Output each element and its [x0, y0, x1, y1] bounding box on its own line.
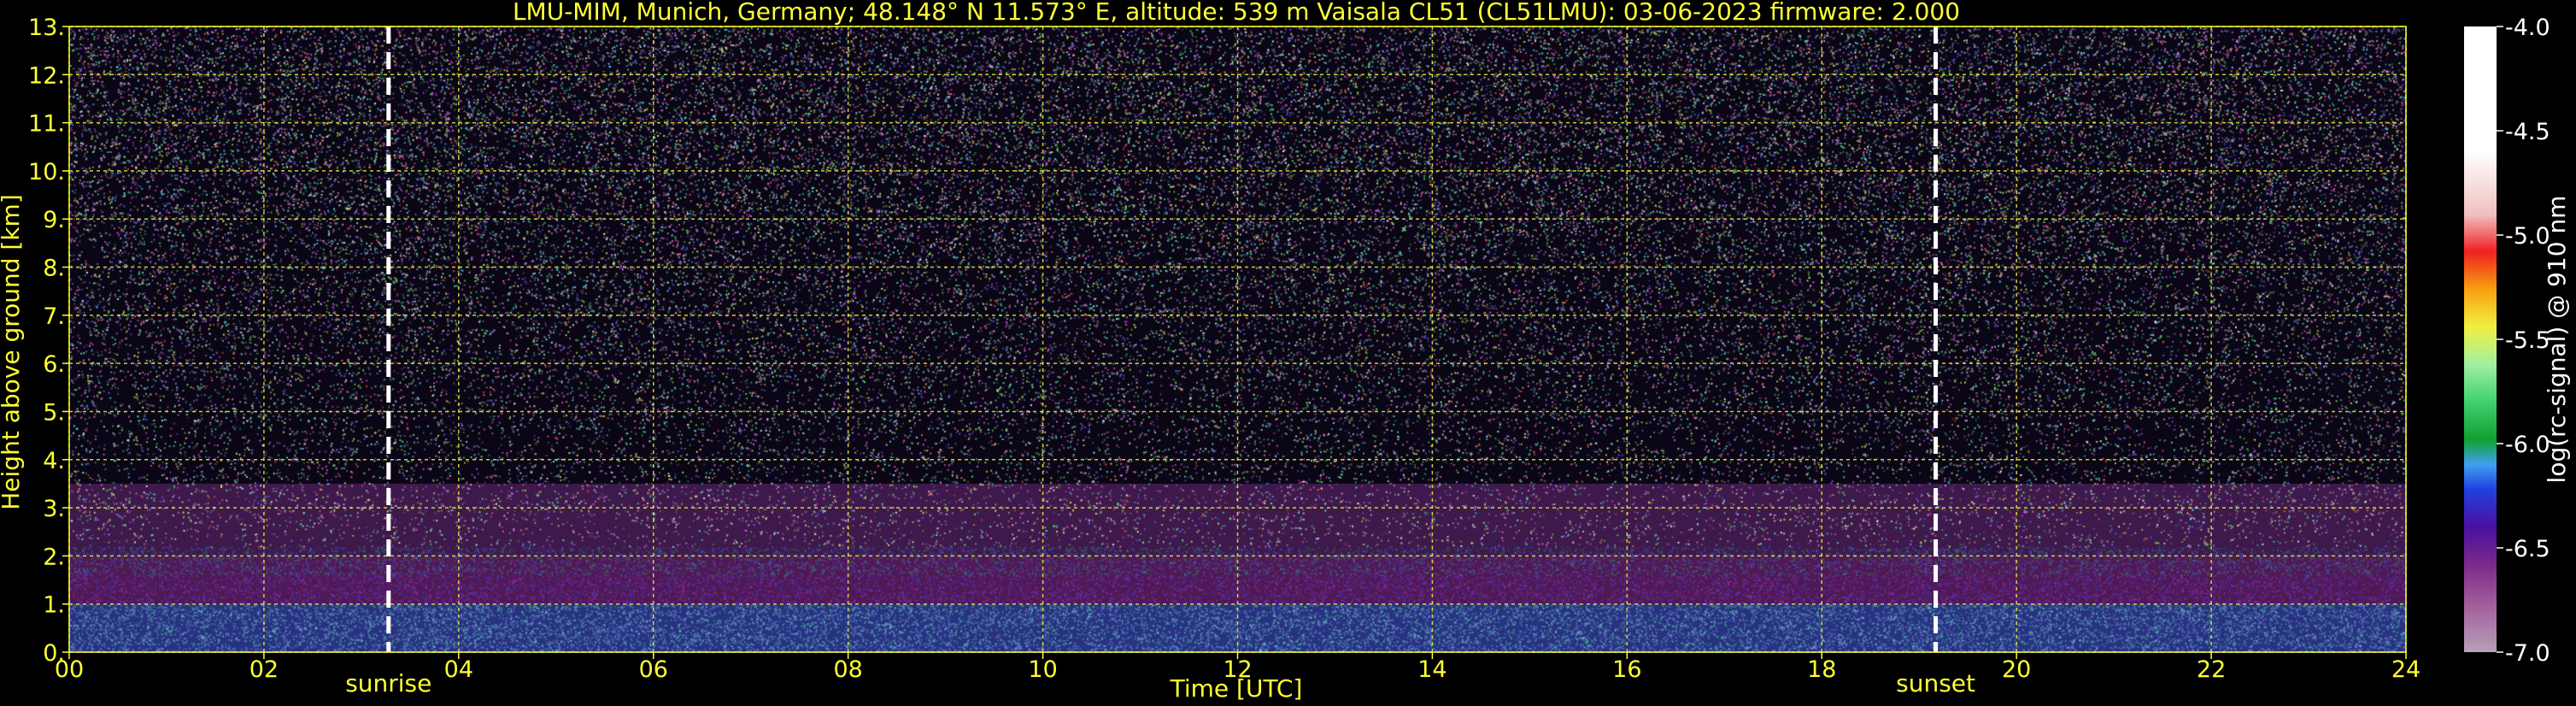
signal-noise-field [69, 26, 2406, 652]
colorbar-tick-label: -7.0 [2505, 640, 2550, 667]
x-tick-label: 08 [833, 656, 862, 683]
x-tick-label: 24 [2391, 656, 2421, 683]
x-tick-label: 06 [639, 656, 668, 683]
colorbar-tick-label: -4.0 [2505, 15, 2550, 41]
y-tick-label: 10. [28, 159, 65, 185]
x-tick-label: 02 [249, 656, 279, 683]
chart-title: LMU-MIM, Munich, Germany; 48.148° N 11.5… [513, 0, 1960, 26]
y-tick-label: 3. [43, 496, 65, 522]
marker-label-sunrise: sunrise [345, 669, 431, 697]
x-tick-label: 10 [1028, 656, 1057, 683]
y-tick-label: 2. [43, 544, 65, 570]
x-tick-label: 04 [444, 656, 473, 683]
x-axis-label: Time [UTC] [1170, 674, 1303, 703]
x-tick-label: 22 [2197, 656, 2226, 683]
x-tick-label: 16 [1612, 656, 1641, 683]
colorbar [2464, 26, 2497, 652]
colorbar-tick-label: -4.5 [2505, 119, 2550, 145]
colorbar-label: log(rc-signal) @ 910 nm [2543, 196, 2571, 484]
ceilometer-chart: sunrise sunset 00 02 04 06 08 10 12 14 16 18 20 22 24… [0, 0, 2571, 703]
y-tick-label: 12. [28, 62, 65, 89]
y-tick-label: 0. [43, 640, 65, 667]
y-tick-label: 9. [43, 207, 65, 233]
y-tick-label: 4. [43, 448, 65, 474]
y-tick-label: 6. [43, 351, 65, 378]
x-tick-label: 20 [2002, 656, 2031, 683]
x-tick-label: 14 [1417, 656, 1446, 683]
y-tick-label: 7. [43, 303, 65, 330]
y-tick-label: 13. [28, 15, 65, 41]
y-tick-label: 11. [28, 111, 65, 138]
y-axis-label: Height above ground [km] [0, 194, 25, 510]
y-tick-label: 5. [43, 399, 65, 426]
noise-image [69, 26, 2406, 652]
marker-label-sunset: sunset [1896, 669, 1975, 697]
y-tick-label: 1. [43, 592, 65, 619]
colorbar-tick-label: -6.5 [2505, 536, 2550, 562]
y-tick-label: 8. [43, 256, 65, 282]
x-tick-label: 18 [1807, 656, 1836, 683]
